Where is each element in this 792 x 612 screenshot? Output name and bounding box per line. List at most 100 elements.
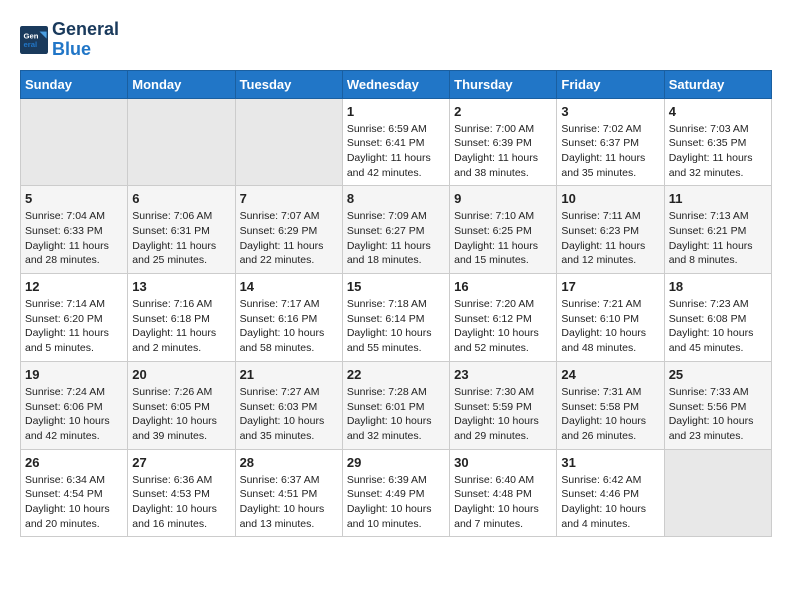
day-info: Sunrise: 7:20 AM Sunset: 6:12 PM Dayligh…: [454, 297, 552, 356]
calendar-day-cell: 14 Sunrise: 7:17 AM Sunset: 6:16 PM Dayli…: [235, 274, 342, 362]
calendar-day-cell: 26Sunrise: 6:34 AM Sunset: 4:54 PM Dayli…: [21, 449, 128, 537]
calendar-day-cell: [128, 98, 235, 186]
calendar-week-row: 12 Sunrise: 7:14 AM Sunset: 6:20 PM Dayli…: [21, 274, 772, 362]
calendar-day-cell: [21, 98, 128, 186]
weekday-header: Tuesday: [235, 70, 342, 98]
calendar-day-cell: 13 Sunrise: 7:16 AM Sunset: 6:18 PM Dayli…: [128, 274, 235, 362]
day-info: Sunrise: 6:42 AM Sunset: 4:46 PM Dayligh…: [561, 473, 659, 532]
day-info: Sunrise: 6:39 AM Sunset: 4:49 PM Dayligh…: [347, 473, 445, 532]
calendar-week-row: 5 Sunrise: 7:04 AM Sunset: 6:33 PM Daylig…: [21, 186, 772, 274]
day-number: 21: [240, 367, 338, 382]
weekday-row: SundayMondayTuesdayWednesdayThursdayFrid…: [21, 70, 772, 98]
calendar-day-cell: 4 Sunrise: 7:03 AM Sunset: 6:35 PM Daylig…: [664, 98, 771, 186]
day-info: Sunrise: 7:09 AM Sunset: 6:27 PM Dayligh…: [347, 209, 445, 268]
day-info: Sunrise: 6:36 AM Sunset: 4:53 PM Dayligh…: [132, 473, 230, 532]
day-number: 10: [561, 191, 659, 206]
day-info: Sunrise: 7:14 AM Sunset: 6:20 PM Dayligh…: [25, 297, 123, 356]
day-info: Sunrise: 7:33 AM Sunset: 5:56 PM Dayligh…: [669, 385, 767, 444]
day-info: Sunrise: 7:11 AM Sunset: 6:23 PM Dayligh…: [561, 209, 659, 268]
day-info: Sunrise: 7:16 AM Sunset: 6:18 PM Dayligh…: [132, 297, 230, 356]
day-number: 4: [669, 104, 767, 119]
calendar-day-cell: 2Sunrise: 7:00 AM Sunset: 6:39 PM Daylig…: [450, 98, 557, 186]
day-info: Sunrise: 7:31 AM Sunset: 5:58 PM Dayligh…: [561, 385, 659, 444]
page-header: Gen eral General Blue: [20, 20, 772, 60]
calendar-day-cell: [664, 449, 771, 537]
day-info: Sunrise: 6:59 AM Sunset: 6:41 PM Dayligh…: [347, 122, 445, 181]
day-info: Sunrise: 6:37 AM Sunset: 4:51 PM Dayligh…: [240, 473, 338, 532]
day-number: 2: [454, 104, 552, 119]
day-number: 29: [347, 455, 445, 470]
calendar-header: SundayMondayTuesdayWednesdayThursdayFrid…: [21, 70, 772, 98]
day-number: 11: [669, 191, 767, 206]
calendar-day-cell: 27 Sunrise: 6:36 AM Sunset: 4:53 PM Dayli…: [128, 449, 235, 537]
calendar-day-cell: 6 Sunrise: 7:06 AM Sunset: 6:31 PM Daylig…: [128, 186, 235, 274]
logo-text-line1: General: [52, 20, 119, 40]
day-number: 28: [240, 455, 338, 470]
weekday-header: Wednesday: [342, 70, 449, 98]
day-number: 20: [132, 367, 230, 382]
svg-text:eral: eral: [24, 40, 38, 49]
svg-text:Gen: Gen: [24, 31, 39, 40]
calendar-day-cell: 17Sunrise: 7:21 AM Sunset: 6:10 PM Dayli…: [557, 274, 664, 362]
calendar-day-cell: 23 Sunrise: 7:30 AM Sunset: 5:59 PM Dayli…: [450, 361, 557, 449]
day-info: Sunrise: 7:17 AM Sunset: 6:16 PM Dayligh…: [240, 297, 338, 356]
calendar-day-cell: 31 Sunrise: 6:42 AM Sunset: 4:46 PM Dayli…: [557, 449, 664, 537]
day-info: Sunrise: 7:06 AM Sunset: 6:31 PM Dayligh…: [132, 209, 230, 268]
day-info: Sunrise: 7:07 AM Sunset: 6:29 PM Dayligh…: [240, 209, 338, 268]
calendar-day-cell: 11 Sunrise: 7:13 AM Sunset: 6:21 PM Dayli…: [664, 186, 771, 274]
weekday-header: Thursday: [450, 70, 557, 98]
day-info: Sunrise: 7:28 AM Sunset: 6:01 PM Dayligh…: [347, 385, 445, 444]
day-number: 31: [561, 455, 659, 470]
calendar-day-cell: 7 Sunrise: 7:07 AM Sunset: 6:29 PM Daylig…: [235, 186, 342, 274]
logo-icon: Gen eral: [20, 26, 48, 54]
day-info: Sunrise: 7:23 AM Sunset: 6:08 PM Dayligh…: [669, 297, 767, 356]
day-number: 30: [454, 455, 552, 470]
day-info: Sunrise: 7:13 AM Sunset: 6:21 PM Dayligh…: [669, 209, 767, 268]
day-number: 26: [25, 455, 123, 470]
day-info: Sunrise: 6:40 AM Sunset: 4:48 PM Dayligh…: [454, 473, 552, 532]
calendar-table: SundayMondayTuesdayWednesdayThursdayFrid…: [20, 70, 772, 538]
weekday-header: Friday: [557, 70, 664, 98]
calendar-week-row: 1Sunrise: 6:59 AM Sunset: 6:41 PM Daylig…: [21, 98, 772, 186]
calendar-day-cell: 3Sunrise: 7:02 AM Sunset: 6:37 PM Daylig…: [557, 98, 664, 186]
calendar-day-cell: 28 Sunrise: 6:37 AM Sunset: 4:51 PM Dayli…: [235, 449, 342, 537]
day-info: Sunrise: 7:26 AM Sunset: 6:05 PM Dayligh…: [132, 385, 230, 444]
calendar-week-row: 26Sunrise: 6:34 AM Sunset: 4:54 PM Dayli…: [21, 449, 772, 537]
calendar-day-cell: 19 Sunrise: 7:24 AM Sunset: 6:06 PM Dayli…: [21, 361, 128, 449]
calendar-day-cell: 18Sunrise: 7:23 AM Sunset: 6:08 PM Dayli…: [664, 274, 771, 362]
day-info: Sunrise: 7:30 AM Sunset: 5:59 PM Dayligh…: [454, 385, 552, 444]
calendar-day-cell: 9 Sunrise: 7:10 AM Sunset: 6:25 PM Daylig…: [450, 186, 557, 274]
day-number: 25: [669, 367, 767, 382]
day-number: 5: [25, 191, 123, 206]
day-info: Sunrise: 7:10 AM Sunset: 6:25 PM Dayligh…: [454, 209, 552, 268]
day-info: Sunrise: 7:18 AM Sunset: 6:14 PM Dayligh…: [347, 297, 445, 356]
calendar-day-cell: 16 Sunrise: 7:20 AM Sunset: 6:12 PM Dayli…: [450, 274, 557, 362]
weekday-header: Sunday: [21, 70, 128, 98]
calendar-day-cell: 29 Sunrise: 6:39 AM Sunset: 4:49 PM Dayli…: [342, 449, 449, 537]
calendar-day-cell: 24 Sunrise: 7:31 AM Sunset: 5:58 PM Dayli…: [557, 361, 664, 449]
calendar-day-cell: 10 Sunrise: 7:11 AM Sunset: 6:23 PM Dayli…: [557, 186, 664, 274]
day-number: 7: [240, 191, 338, 206]
day-number: 24: [561, 367, 659, 382]
day-number: 8: [347, 191, 445, 206]
day-info: Sunrise: 7:24 AM Sunset: 6:06 PM Dayligh…: [25, 385, 123, 444]
day-number: 6: [132, 191, 230, 206]
day-info: Sunrise: 7:03 AM Sunset: 6:35 PM Dayligh…: [669, 122, 767, 181]
day-number: 13: [132, 279, 230, 294]
day-number: 16: [454, 279, 552, 294]
weekday-header: Monday: [128, 70, 235, 98]
logo-text-line2: Blue: [52, 40, 119, 60]
day-number: 23: [454, 367, 552, 382]
calendar-day-cell: 1Sunrise: 6:59 AM Sunset: 6:41 PM Daylig…: [342, 98, 449, 186]
day-info: Sunrise: 7:27 AM Sunset: 6:03 PM Dayligh…: [240, 385, 338, 444]
logo: Gen eral General Blue: [20, 20, 119, 60]
day-info: Sunrise: 7:04 AM Sunset: 6:33 PM Dayligh…: [25, 209, 123, 268]
day-number: 19: [25, 367, 123, 382]
day-number: 14: [240, 279, 338, 294]
day-number: 9: [454, 191, 552, 206]
day-number: 27: [132, 455, 230, 470]
calendar-day-cell: 8 Sunrise: 7:09 AM Sunset: 6:27 PM Daylig…: [342, 186, 449, 274]
weekday-header: Saturday: [664, 70, 771, 98]
calendar-day-cell: 5 Sunrise: 7:04 AM Sunset: 6:33 PM Daylig…: [21, 186, 128, 274]
day-number: 12: [25, 279, 123, 294]
